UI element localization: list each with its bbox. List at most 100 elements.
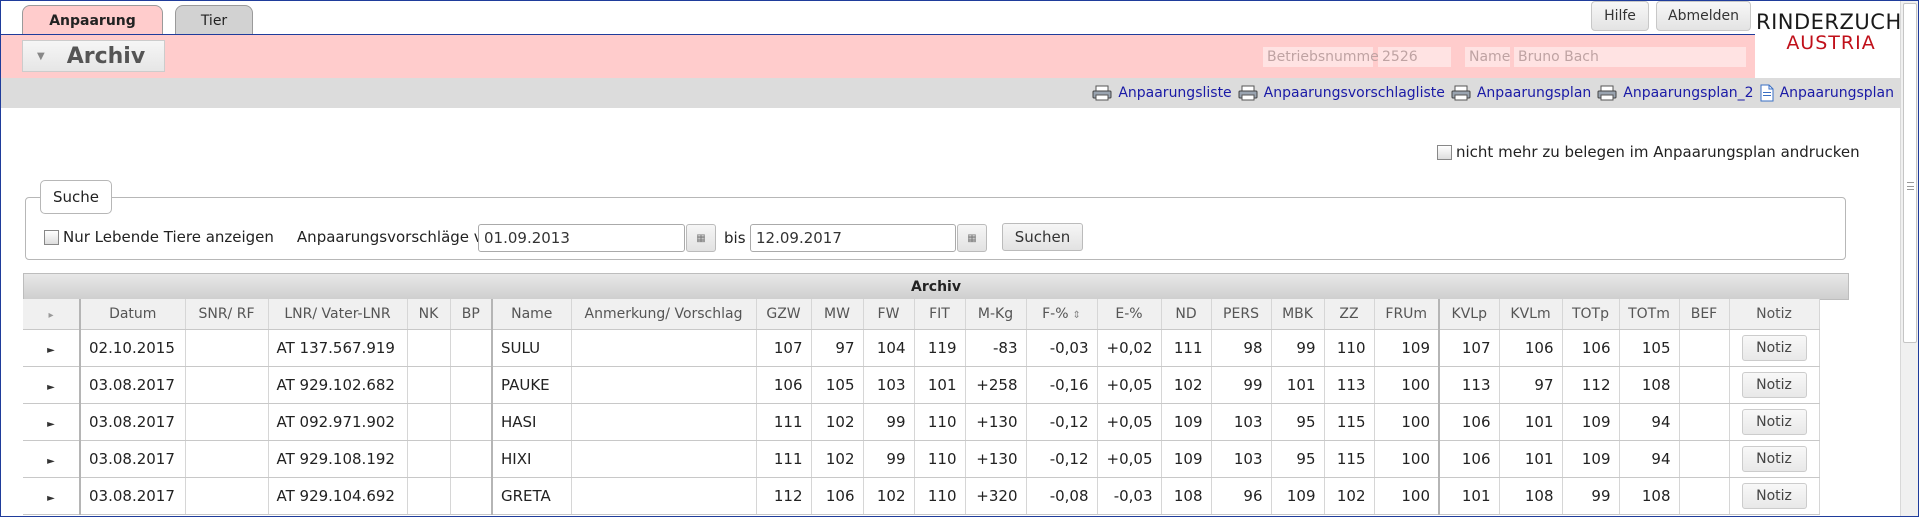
vertical-scrollbar[interactable] <box>1900 1 1918 516</box>
col-header[interactable]: KVLm <box>1499 299 1563 330</box>
print-link-anpaarungsliste[interactable]: Anpaarungsliste <box>1092 85 1232 101</box>
cell-mw: 97 <box>811 329 864 367</box>
print-link-anpaarungsplan-2[interactable]: Anpaarungsplan_2 <box>1597 85 1754 101</box>
table-row[interactable]: ► 02.10.2015 AT 137.567.919 SULU 107 97 104 119… <box>23 329 1820 367</box>
grid-title: Archiv <box>23 273 1849 300</box>
cell-ep: +0,02 <box>1097 329 1162 367</box>
print-link-anpaarungsplan[interactable]: Anpaarungsplan <box>1451 85 1591 101</box>
cell-lnr: AT 929.102.682 <box>268 366 408 404</box>
notiz-button[interactable]: Notiz <box>1741 334 1807 361</box>
table-row[interactable]: ► 03.08.2017 AT 929.108.192 HIXI 111 102 99 110… <box>23 440 1820 478</box>
col-header[interactable]: BP <box>450 299 493 330</box>
col-header[interactable]: Name <box>492 299 572 330</box>
col-header[interactable]: E-% <box>1097 299 1162 330</box>
print-link-label: Anpaarungsplan <box>1476 85 1592 101</box>
date-to-input[interactable]: 12.09.2017 <box>750 224 956 252</box>
cell-snr <box>185 366 269 404</box>
table-row[interactable]: ► 03.08.2017 AT 092.971.902 HASI 111 102 99 110… <box>23 403 1820 441</box>
col-header[interactable]: TOTp <box>1562 299 1620 330</box>
col-header[interactable]: Anmerkung/ Vorschlag <box>571 299 757 330</box>
notiz-button[interactable]: Notiz <box>1741 408 1807 435</box>
cell-fw: 104 <box>863 329 915 367</box>
row-expand-cell[interactable]: ► <box>23 329 81 367</box>
doc-link-anpaarungsplan[interactable]: Anpaarungsplan <box>1760 84 1894 102</box>
expand-triangle-icon[interactable]: ► <box>47 345 55 356</box>
cell-totp: 112 <box>1562 366 1620 404</box>
notiz-button[interactable]: Notiz <box>1741 371 1807 398</box>
document-icon <box>1760 84 1774 102</box>
tab-tier[interactable]: Tier <box>175 5 253 35</box>
rinderzucht-austria-logo: RINDERZUCHT AUSTRIA <box>1756 12 1915 54</box>
row-expand-cell[interactable]: ► <box>23 477 81 515</box>
name-field: Bruno Bach <box>1514 47 1746 67</box>
cell-pers: 103 <box>1211 440 1272 478</box>
help-button[interactable]: Hilfe <box>1591 1 1649 31</box>
col-header[interactable]: NK <box>407 299 451 330</box>
tab-anpaarung[interactable]: Anpaarung <box>22 5 163 35</box>
tab-bar: Anpaarung Tier <box>22 5 253 35</box>
row-expand-cell[interactable]: ► <box>23 440 81 478</box>
row-expand-cell[interactable]: ► <box>23 403 81 441</box>
date-from-input[interactable]: 01.09.2013 <box>478 224 685 252</box>
col-header[interactable]: GZW <box>756 299 812 330</box>
cell-kvlm: 108 <box>1499 477 1563 515</box>
row-expand-cell[interactable]: ► <box>23 366 81 404</box>
col-header[interactable]: ZZ <box>1324 299 1375 330</box>
cell-bef <box>1679 329 1730 367</box>
logout-button[interactable]: Abmelden <box>1656 1 1751 31</box>
cell-mkg: +258 <box>965 366 1027 404</box>
col-header[interactable]: ND <box>1161 299 1212 330</box>
col-header[interactable]: FW <box>863 299 915 330</box>
col-header[interactable]: Datum <box>80 299 186 330</box>
col-header[interactable]: SNR/ RF <box>185 299 269 330</box>
cell-fit: 110 <box>914 440 966 478</box>
col-header[interactable]: TOTm <box>1619 299 1680 330</box>
expand-triangle-icon[interactable]: ► <box>47 382 55 393</box>
calendar-icon[interactable]: ▦ <box>957 224 987 252</box>
col-header[interactable]: BEF <box>1679 299 1730 330</box>
notiz-button[interactable]: Notiz <box>1741 445 1807 472</box>
cell-kvlm: 97 <box>1499 366 1563 404</box>
cell-snr <box>185 329 269 367</box>
print-link-anpaarungsvorschlagliste[interactable]: Anpaarungsvorschlagliste <box>1238 85 1445 101</box>
cell-totp: 99 <box>1562 477 1620 515</box>
search-button[interactable]: Suchen <box>1002 223 1083 251</box>
col-header[interactable]: LNR/ Vater-LNR <box>268 299 408 330</box>
col-header[interactable]: FRUm <box>1374 299 1440 330</box>
cell-name: HASI <box>492 403 572 441</box>
cell-nk <box>407 403 451 441</box>
cell-zz: 113 <box>1324 366 1375 404</box>
notiz-button[interactable]: Notiz <box>1741 482 1807 509</box>
table-row[interactable]: ► 03.08.2017 AT 929.104.692 GRETA 112 106 102 1… <box>23 477 1820 515</box>
cell-bef <box>1679 477 1730 515</box>
cell-lnr: AT 929.108.192 <box>268 440 408 478</box>
calendar-icon[interactable]: ▦ <box>686 224 716 252</box>
col-header-sorted[interactable]: F-% ⇕ <box>1026 299 1098 330</box>
nomore-checkbox[interactable] <box>1437 144 1452 160</box>
col-header[interactable]: KVLp <box>1439 299 1500 330</box>
notiz-cell: Notiz <box>1729 477 1820 515</box>
col-header[interactable]: M-Kg <box>965 299 1027 330</box>
cell-lnr: AT 137.567.919 <box>268 329 408 367</box>
col-header[interactable]: Notiz <box>1729 299 1820 330</box>
cell-fp: -0,03 <box>1026 329 1098 367</box>
cell-nk <box>407 329 451 367</box>
cell-gzw: 111 <box>756 403 812 441</box>
search-row: Nur Lebende Tiere anzeigen Anpaarungsvor… <box>44 223 501 251</box>
cell-name: HIXI <box>492 440 572 478</box>
expand-triangle-icon[interactable]: ► <box>47 493 55 504</box>
scrollbar-thumb[interactable] <box>1903 3 1917 343</box>
col-header[interactable]: MW <box>811 299 864 330</box>
cell-mbk: 101 <box>1271 366 1325 404</box>
archiv-menu-button[interactable]: ▼ Archiv <box>22 40 165 72</box>
col-header[interactable]: PERS <box>1211 299 1272 330</box>
sort-icon: ⇕ <box>1072 309 1081 321</box>
expand-triangle-icon[interactable]: ► <box>47 456 55 467</box>
cell-kvlp: 106 <box>1439 403 1500 441</box>
logo-line2: AUSTRIA <box>1786 32 1876 54</box>
col-header[interactable]: FIT <box>914 299 966 330</box>
table-row[interactable]: ► 03.08.2017 AT 929.102.682 PAUKE 106 105 103 1… <box>23 366 1820 404</box>
expand-triangle-icon[interactable]: ► <box>47 419 55 430</box>
living-only-checkbox[interactable] <box>44 229 59 245</box>
col-header[interactable]: MBK <box>1271 299 1325 330</box>
